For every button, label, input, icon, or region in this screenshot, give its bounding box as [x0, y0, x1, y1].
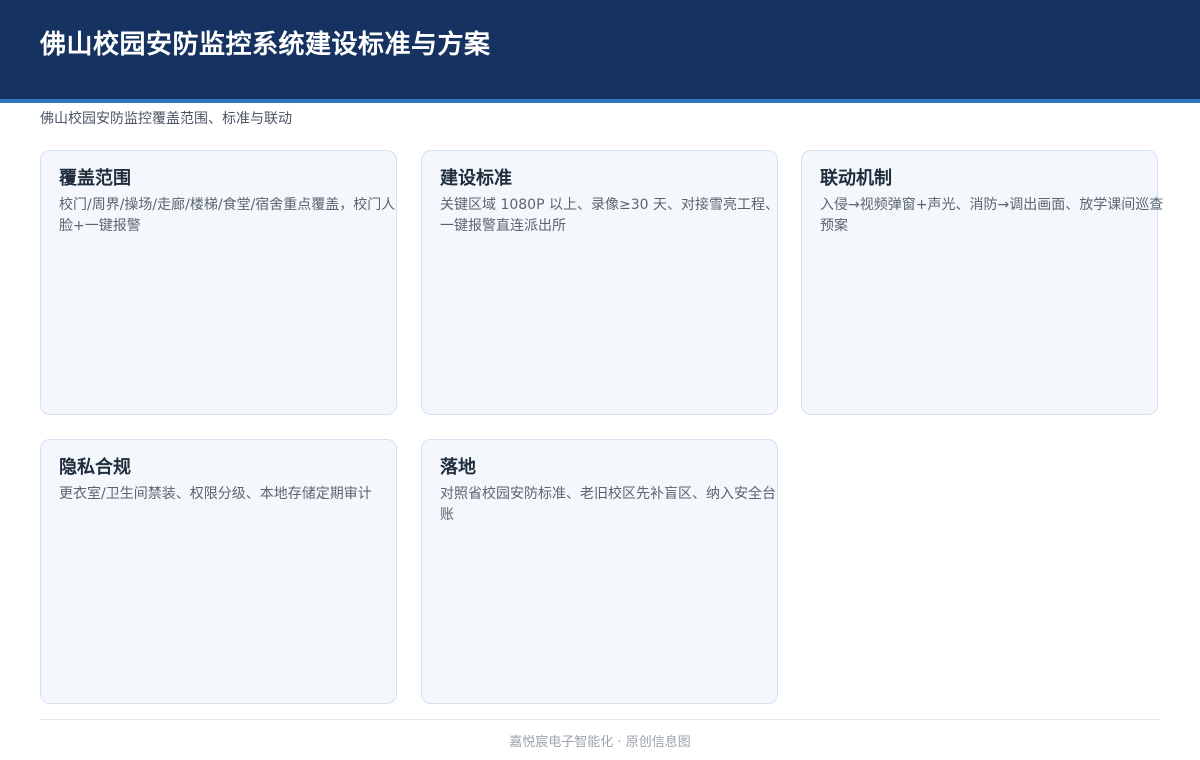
card-body: 入侵→视频弹窗+声光、消防→调出画面、放学课间巡查预案 — [820, 197, 1164, 234]
footer-divider — [40, 719, 1160, 720]
card-title: 联动机制 — [820, 168, 892, 189]
card-body: 更衣室/卫生间禁装、权限分级、本地存储定期审计 — [59, 486, 372, 502]
card-privacy: 隐私合规 更衣室/卫生间禁装、权限分级、本地存储定期审计 — [40, 439, 397, 704]
header-bar: 佛山校园安防监控系统建设标准与方案 — [0, 0, 1200, 103]
page-title: 佛山校园安防监控系统建设标准与方案 — [40, 30, 491, 60]
card-standards: 建设标准 关键区域 1080P 以上、录像≥30 天、对接雪亮工程、一键报警直连… — [421, 150, 779, 415]
card-coverage: 覆盖范围 校门/周界/操场/走廊/楼梯/食堂/宿舍重点覆盖，校门人脸+一键报警 — [40, 150, 397, 415]
card-body: 校门/周界/操场/走廊/楼梯/食堂/宿舍重点覆盖，校门人脸+一键报警 — [59, 197, 396, 234]
card-title: 落地 — [440, 457, 476, 478]
card-linkage: 联动机制 入侵→视频弹窗+声光、消防→调出画面、放学课间巡查预案 — [801, 150, 1163, 415]
footer-credit: 嘉悦宸电子智能化 · 原创信息图 — [509, 735, 691, 750]
page-subtitle: 佛山校园安防监控覆盖范围、标准与联动 — [40, 111, 292, 127]
card-body: 对照省校园安防标准、老旧校区先补盲区、纳入安全台账 — [440, 486, 776, 523]
card-title: 建设标准 — [440, 168, 512, 189]
card-title: 隐私合规 — [59, 457, 131, 478]
card-implementation: 落地 对照省校园安防标准、老旧校区先补盲区、纳入安全台账 — [421, 439, 778, 704]
card-title: 覆盖范围 — [59, 168, 131, 189]
card-body: 关键区域 1080P 以上、录像≥30 天、对接雪亮工程、一键报警直连派出所 — [440, 197, 779, 234]
